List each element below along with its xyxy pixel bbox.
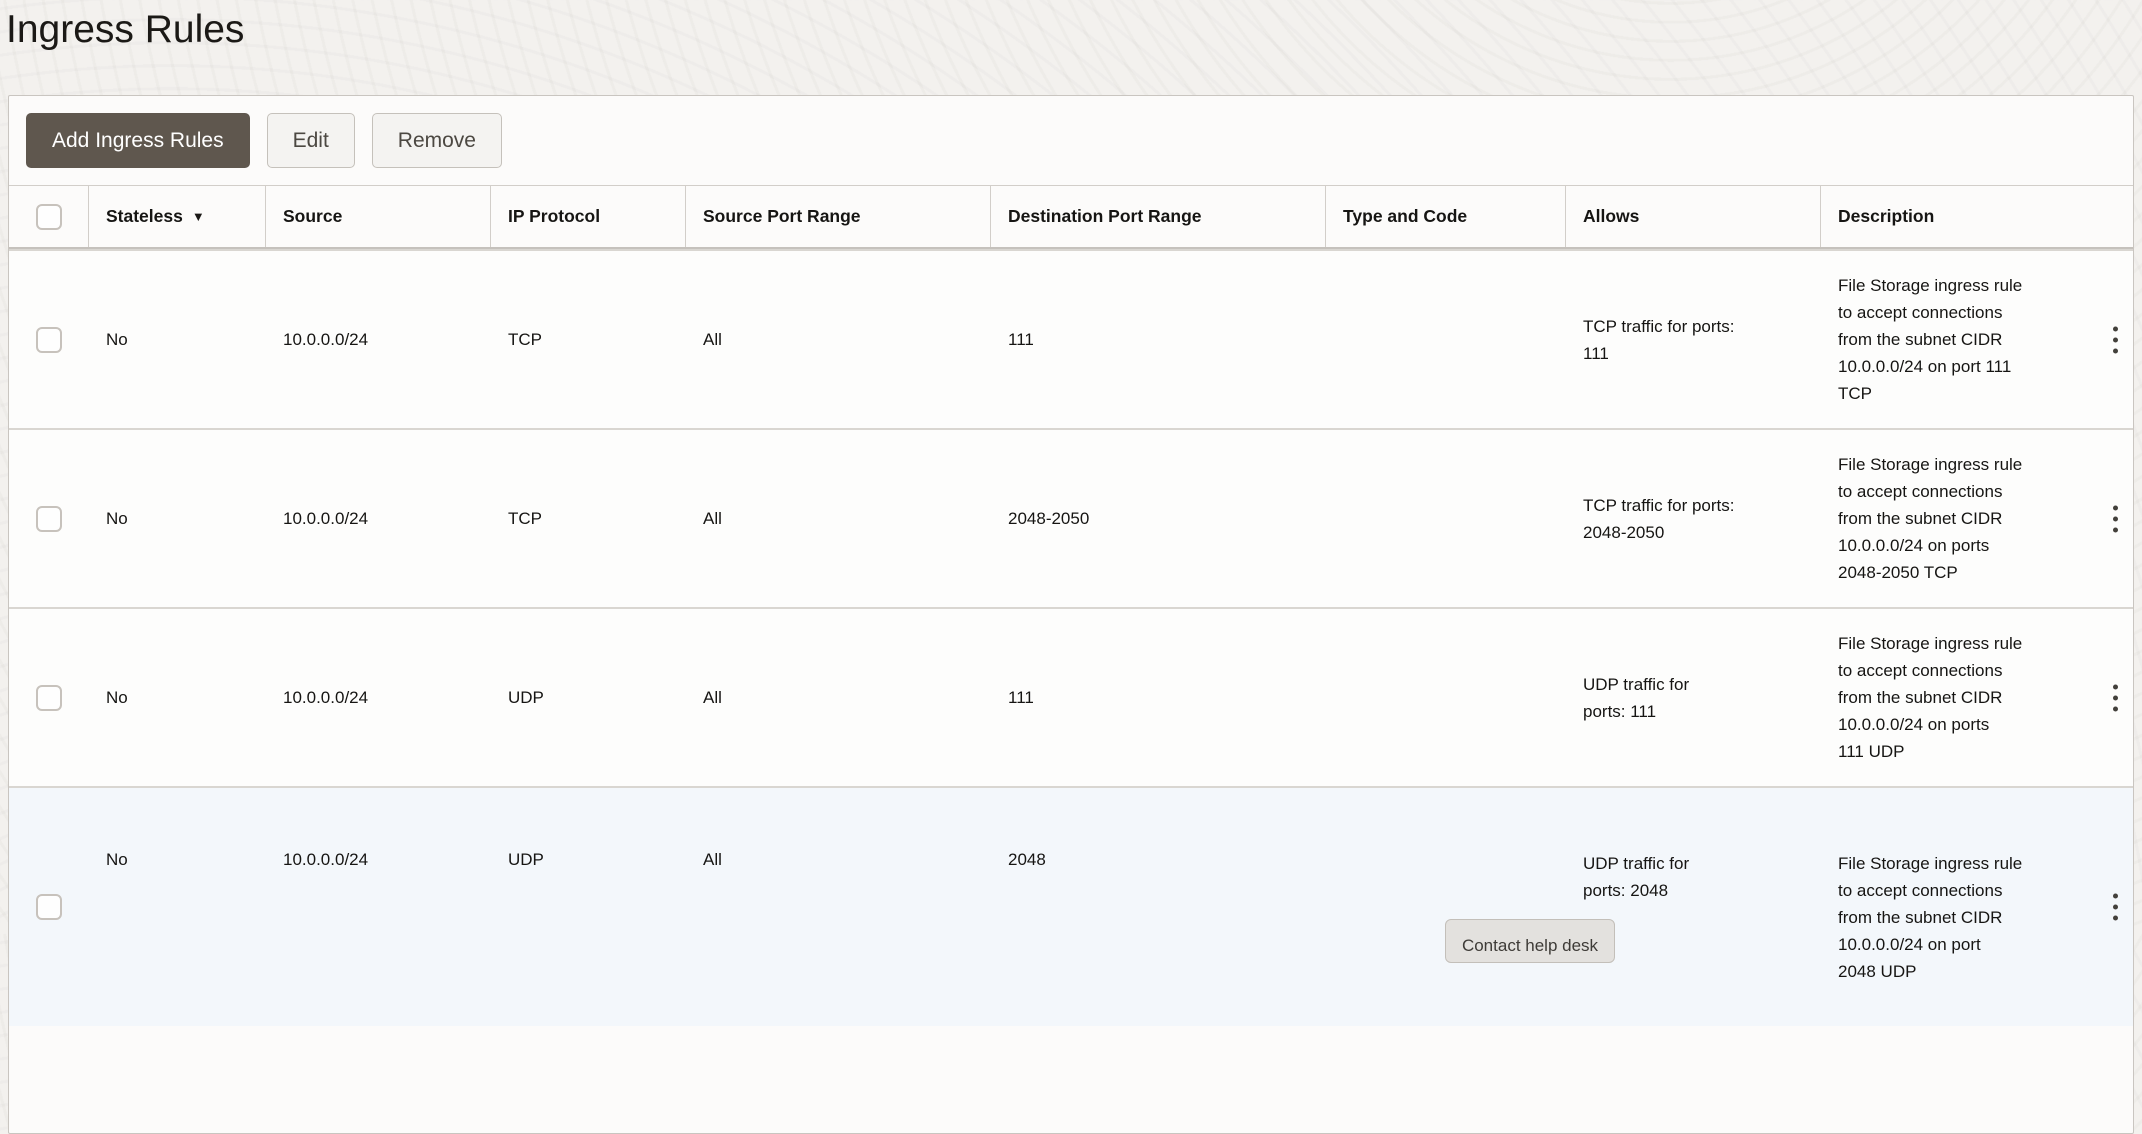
table-row: No 10.0.0.0/24 TCP All 111 TCP traffic f… (9, 249, 2133, 428)
cell-description: File Storage ingress rule to accept conn… (1821, 788, 2133, 1026)
row-actions-kebab-icon[interactable] (2109, 678, 2122, 717)
column-header-stateless[interactable]: Stateless ▼ (89, 186, 266, 247)
remove-button[interactable]: Remove (372, 113, 502, 168)
cell-type-and-code (1326, 609, 1566, 786)
row-checkbox[interactable] (36, 894, 62, 920)
column-header-source-port-range: Source Port Range (686, 186, 991, 247)
cell-source-port-range: All (686, 609, 991, 786)
ingress-rules-panel: Add Ingress Rules Edit Remove Stateless … (8, 95, 2134, 1134)
table-row: No 10.0.0.0/24 TCP All 2048-2050 TCP tra… (9, 428, 2133, 607)
cell-allows: UDP traffic for ports: 2048 (1566, 788, 1821, 1026)
cell-ip-protocol: UDP (491, 609, 686, 786)
checkbox-cell (9, 609, 89, 786)
description-text: File Storage ingress rule to accept conn… (1838, 272, 2022, 407)
cell-source: 10.0.0.0/24 (266, 788, 491, 1026)
cell-source: 10.0.0.0/24 (266, 609, 491, 786)
row-actions-kebab-icon[interactable] (2109, 320, 2122, 359)
cell-type-and-code (1326, 430, 1566, 607)
cell-source: 10.0.0.0/24 (266, 430, 491, 607)
cell-destination-port-range: 2048-2050 (991, 430, 1326, 607)
cell-destination-port-range: 111 (991, 251, 1326, 428)
cell-description: File Storage ingress rule to accept conn… (1821, 430, 2133, 607)
cell-stateless: No (89, 251, 266, 428)
table-row: No 10.0.0.0/24 UDP All 2048 UDP traffic … (9, 786, 2133, 1026)
add-ingress-rules-button[interactable]: Add Ingress Rules (26, 113, 250, 168)
cell-type-and-code (1326, 788, 1566, 1026)
checkbox-cell (9, 788, 89, 1026)
cell-ip-protocol: UDP (491, 788, 686, 1026)
toolbar: Add Ingress Rules Edit Remove (9, 96, 2133, 185)
row-checkbox[interactable] (36, 506, 62, 532)
sort-desc-icon: ▼ (192, 209, 205, 224)
cell-description: File Storage ingress rule to accept conn… (1821, 609, 2133, 786)
cell-source: 10.0.0.0/24 (266, 251, 491, 428)
row-checkbox[interactable] (36, 327, 62, 353)
cell-destination-port-range: 2048 (991, 788, 1326, 1026)
select-all-checkbox[interactable] (36, 204, 62, 230)
table-row: No 10.0.0.0/24 UDP All 111 UDP traffic f… (9, 607, 2133, 786)
cell-type-and-code (1326, 251, 1566, 428)
column-header-type-and-code: Type and Code (1326, 186, 1566, 247)
column-header-allows: Allows (1566, 186, 1821, 247)
cell-allows: TCP traffic for ports: 2048-2050 (1566, 430, 1821, 607)
description-text: File Storage ingress rule to accept conn… (1838, 451, 2022, 586)
checkbox-cell (9, 430, 89, 607)
description-text: File Storage ingress rule to accept conn… (1838, 850, 2022, 985)
row-actions-kebab-icon[interactable] (2109, 499, 2122, 538)
cell-ip-protocol: TCP (491, 251, 686, 428)
column-header-destination-port-range: Destination Port Range (991, 186, 1326, 247)
contact-help-desk-button[interactable]: Contact help desk (1445, 919, 1615, 963)
cell-stateless: No (89, 788, 266, 1026)
column-header-description: Description (1821, 186, 2133, 247)
cell-source-port-range: All (686, 251, 991, 428)
cell-source-port-range: All (686, 430, 991, 607)
page-title: Ingress Rules (6, 8, 244, 52)
description-text: File Storage ingress rule to accept conn… (1838, 630, 2022, 765)
table-header: Stateless ▼ Source IP Protocol Source Po… (9, 185, 2133, 249)
checkbox-cell (9, 251, 89, 428)
column-header-ip-protocol: IP Protocol (491, 186, 686, 247)
cell-ip-protocol: TCP (491, 430, 686, 607)
cell-allows: UDP traffic for ports: 111 (1566, 609, 1821, 786)
cell-description: File Storage ingress rule to accept conn… (1821, 251, 2133, 428)
cell-stateless: No (89, 609, 266, 786)
edit-button[interactable]: Edit (267, 113, 355, 168)
column-header-label: Stateless (106, 206, 183, 227)
cell-stateless: No (89, 430, 266, 607)
row-checkbox[interactable] (36, 685, 62, 711)
cell-source-port-range: All (686, 788, 991, 1026)
column-header-source: Source (266, 186, 491, 247)
cell-destination-port-range: 111 (991, 609, 1326, 786)
cell-allows: TCP traffic for ports: 111 (1566, 251, 1821, 428)
ingress-rules-table: Stateless ▼ Source IP Protocol Source Po… (9, 185, 2133, 1026)
row-actions-kebab-icon[interactable] (2109, 888, 2122, 927)
header-checkbox-cell (9, 186, 89, 247)
